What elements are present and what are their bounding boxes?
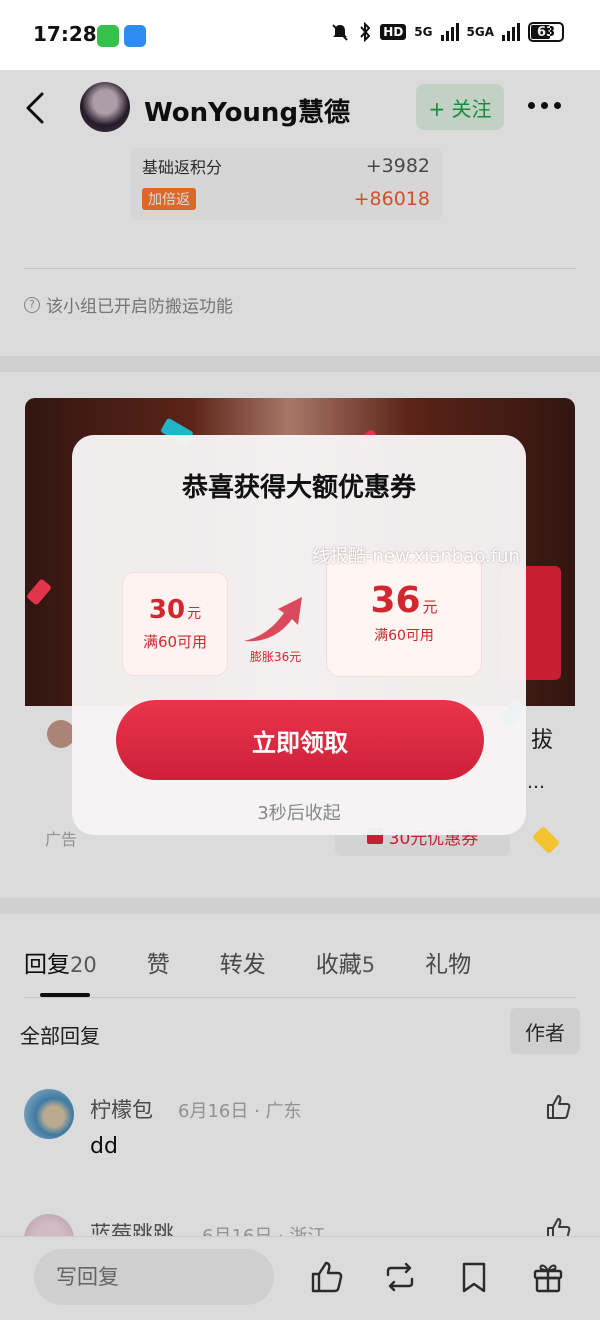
upgraded-coupon: 36 元 满60可用 [326, 553, 482, 677]
coupon-popup: 恭喜获得大额优惠券 30 元 满60可用 膨胀36元 36 元 满60可用 立即领取… [72, 435, 526, 835]
upgraded-coupon-condition: 满60可用 [374, 628, 434, 644]
upgraded-coupon-unit: 元 [422, 598, 438, 616]
mute-bell-icon [332, 24, 349, 41]
claim-now-button[interactable]: 立即领取 [116, 700, 484, 780]
signal-icon-2 [502, 23, 520, 41]
popup-title: 恭喜获得大额优惠券 [181, 473, 416, 503]
hd-label: HD [380, 24, 407, 40]
original-coupon-condition: 满60可用 [142, 633, 208, 651]
wechat-notification-icon [97, 25, 119, 47]
upgraded-coupon-amount: 36 [370, 580, 421, 621]
bluetooth-icon [360, 22, 371, 42]
upgrade-arrow-icon [244, 597, 302, 642]
battery-icon: 63 [528, 22, 564, 42]
status-bar: 17:28 HD 5G 5GA 63 [0, 0, 600, 70]
auto-close-countdown: 3秒后收起 [257, 803, 341, 824]
signal-5g-label: 5G [414, 25, 433, 39]
original-coupon-amount: 30 [148, 595, 186, 625]
status-icons: HD 5G 5GA 63 [330, 22, 564, 42]
original-coupon-unit: 元 [187, 606, 202, 622]
message-notification-icon [124, 25, 146, 47]
status-time: 17:28 [33, 22, 97, 46]
signal-icon [440, 23, 459, 41]
signal-5ga-label: 5GA [466, 25, 495, 39]
battery-level: 63 [536, 24, 556, 40]
expand-label: 膨胀36元 [250, 650, 302, 664]
watermark-text: 线报酷-new.xianbao.fun [312, 546, 520, 567]
original-coupon: 30 元 满60可用 [122, 572, 228, 676]
